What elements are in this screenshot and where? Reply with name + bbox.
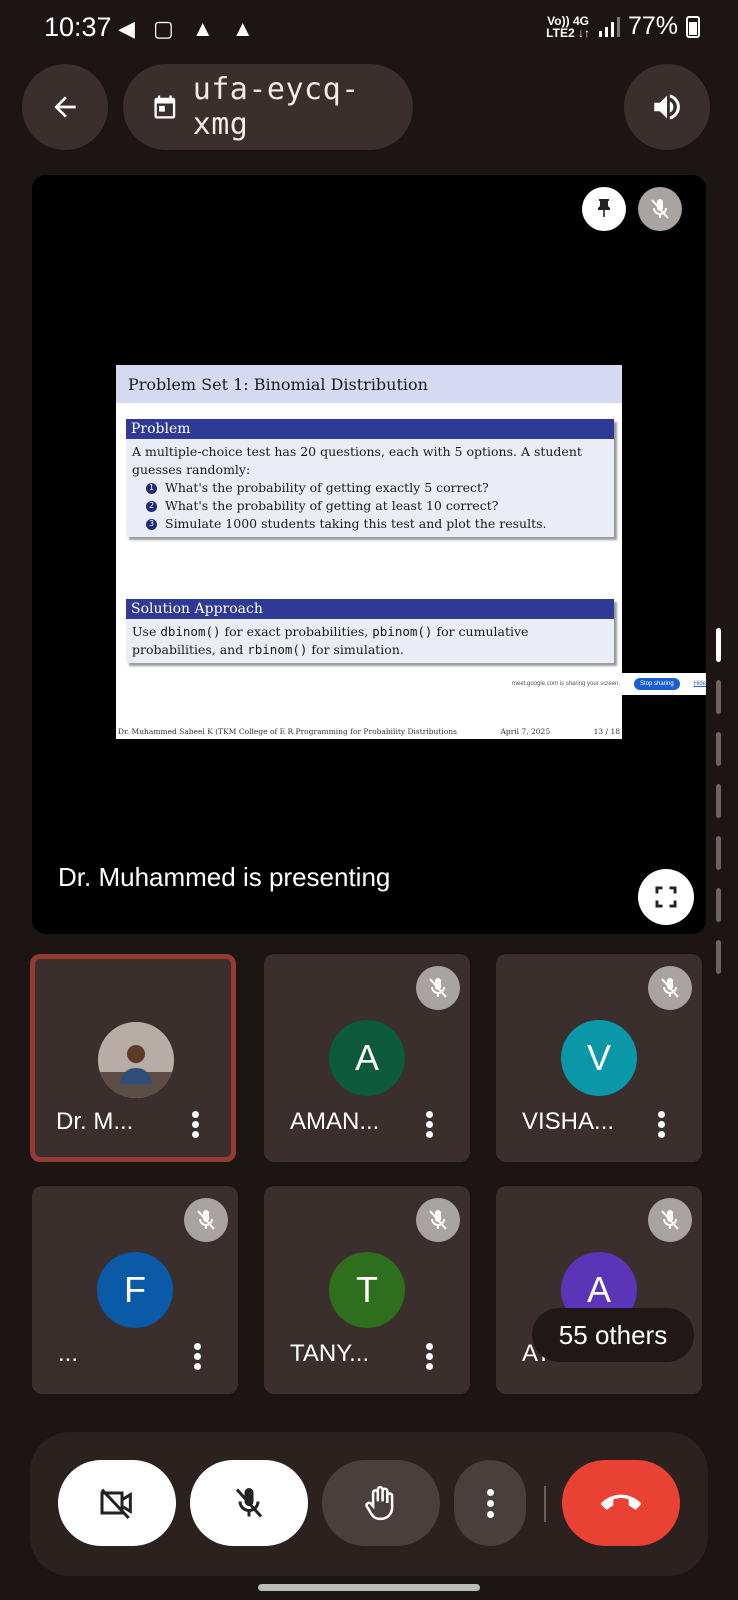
profile-photo: [98, 1022, 174, 1098]
meeting-code: ufa-eycq-xmg: [192, 72, 360, 142]
mic-off-icon: [648, 966, 692, 1010]
problem-heading: Problem: [126, 419, 614, 439]
participant-name: TANY...: [290, 1340, 370, 1367]
audio-output-button[interactable]: [624, 64, 710, 150]
mic-off-icon: [648, 1198, 692, 1242]
more-options-icon[interactable]: [658, 1111, 666, 1138]
solution-block: Solution Approach Use dbinom() for exact…: [126, 599, 614, 663]
notification-icons: ◀ ▢ ▲ ▲: [118, 16, 260, 41]
divider: [544, 1486, 546, 1522]
problem-block: Problem A multiple-choice test has 20 qu…: [126, 419, 614, 537]
more-vert-icon: [486, 1488, 494, 1518]
avatar: [98, 1022, 174, 1098]
list-item: 2 What's the probability of getting at le…: [132, 497, 608, 515]
solution-heading: Solution Approach: [126, 599, 614, 619]
presenter-muted-badge: [638, 187, 682, 231]
number-bullet: 3: [146, 518, 157, 530]
slide-title: Problem Set 1: Binomial Distribution: [116, 365, 622, 403]
slide-footer: Dr. Muhammed Sabeel K (TKM College of E …: [118, 727, 620, 736]
participant-tile[interactable]: V VISHA...: [496, 954, 702, 1162]
participant-tile[interactable]: A AMAN...: [264, 954, 470, 1162]
participant-name: VISHA...: [522, 1108, 615, 1135]
participant-tile[interactable]: T TANY...: [264, 1186, 470, 1394]
presentation-area[interactable]: Problem Set 1: Binomial Distribution Pro…: [32, 175, 706, 934]
mic-toggle-button[interactable]: [190, 1460, 308, 1546]
stop-sharing-button[interactable]: Stop sharing: [634, 678, 680, 690]
end-call-icon: [601, 1494, 641, 1510]
status-right: Vo)) 4G LTE2 ↓↑ 77%: [546, 12, 700, 41]
problem-text: A multiple-choice test has 20 questions,…: [132, 444, 582, 477]
participant-tile[interactable]: A AT: [496, 1186, 702, 1394]
avatar: F: [97, 1252, 173, 1328]
raise-hand-icon: [365, 1485, 394, 1521]
number-bullet: 1: [146, 482, 157, 494]
share-banner-text: meet.google.com is sharing your screen.: [512, 681, 621, 687]
back-button[interactable]: [22, 64, 108, 150]
mic-off-icon: [651, 199, 669, 219]
signal-icon: [598, 16, 620, 37]
meeting-info-button[interactable]: ufa-eycq-xmg: [123, 64, 413, 150]
screen-share-banner: meet.google.com is sharing your screen. …: [508, 673, 706, 695]
list-item: 1 What's the probability of getting exact…: [132, 479, 608, 497]
network-indicator: Vo)) 4G LTE2 ↓↑: [546, 13, 590, 40]
more-options-button[interactable]: [454, 1460, 526, 1546]
participant-tile[interactable]: F ...: [32, 1186, 238, 1394]
more-options-icon[interactable]: [426, 1343, 434, 1370]
status-time: 10:37: [44, 12, 112, 42]
page-indicator: [716, 628, 722, 998]
home-indicator[interactable]: [258, 1584, 480, 1591]
others-count-button[interactable]: 55 others: [532, 1308, 694, 1362]
mic-off-icon: [235, 1488, 263, 1518]
raise-hand-button[interactable]: [322, 1460, 440, 1546]
more-options-icon[interactable]: [426, 1111, 434, 1138]
end-call-button[interactable]: [562, 1460, 680, 1546]
fullscreen-button[interactable]: [638, 869, 694, 925]
more-options-icon[interactable]: [192, 1111, 200, 1138]
fullscreen-icon: [655, 886, 677, 908]
calendar-icon: [154, 95, 176, 119]
camera-off-icon: [100, 1488, 132, 1520]
presenting-label: Dr. Muhammed is presenting: [58, 862, 391, 892]
participant-name: Dr. M...: [56, 1108, 134, 1135]
item-text: What's the probability of getting exactl…: [165, 480, 489, 495]
avatar: A: [329, 1020, 405, 1096]
mic-off-icon: [416, 1198, 460, 1242]
pin-icon: [598, 199, 610, 217]
camera-toggle-button[interactable]: [58, 1460, 176, 1546]
avatar: V: [561, 1020, 637, 1096]
item-text: Simulate 1000 students taking this test …: [165, 516, 547, 531]
participant-name: ...: [58, 1340, 79, 1367]
battery-percent: 77%: [627, 12, 678, 40]
speaker-icon: [654, 94, 680, 120]
battery-icon: [686, 15, 700, 38]
hide-banner-link[interactable]: Hide: [694, 681, 706, 687]
item-text: What's the probability of getting at lea…: [165, 498, 499, 513]
avatar: T: [329, 1252, 405, 1328]
list-item: 3 Simulate 1000 students taking this test…: [132, 515, 608, 533]
arrow-left-icon: [54, 96, 76, 118]
call-controls: [30, 1432, 708, 1576]
participant-name: AMAN...: [290, 1108, 380, 1135]
pin-button[interactable]: [582, 187, 626, 231]
mic-off-icon: [184, 1198, 228, 1242]
mic-off-icon: [416, 966, 460, 1010]
more-options-icon[interactable]: [194, 1343, 202, 1370]
number-bullet: 2: [146, 500, 157, 512]
solution-text: Use dbinom() for exact probabilities, pb…: [132, 624, 529, 657]
participant-tile[interactable]: Dr. M...: [30, 954, 236, 1162]
